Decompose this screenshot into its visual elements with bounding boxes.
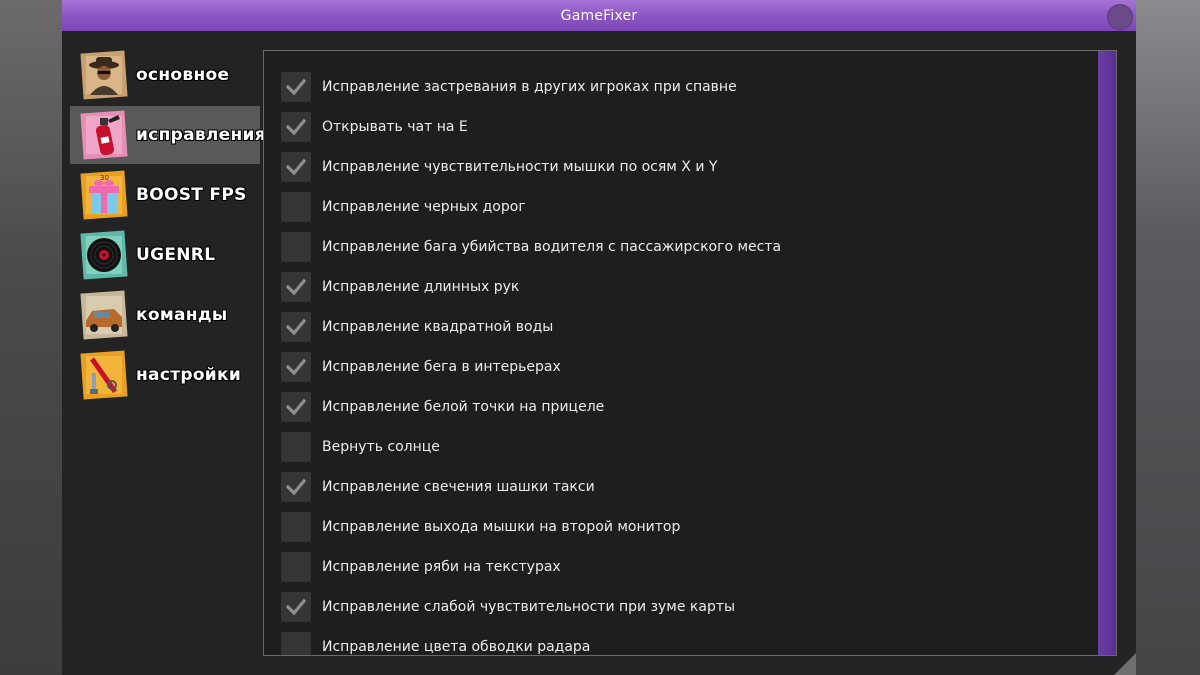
fix-option-row[interactable]: Исправление свечения шашки такси xyxy=(281,467,781,507)
fix-option-row[interactable]: Исправление бега в интерьерах xyxy=(281,347,781,387)
sidebar-item-main[interactable]: основное xyxy=(70,46,260,104)
sidebar-item-boost-fps[interactable]: 30 BOOST FPS xyxy=(70,166,260,224)
fix-option-label: Исправление ряби на текстурах xyxy=(322,559,561,575)
checkbox[interactable] xyxy=(281,632,311,655)
fix-option-row[interactable]: Исправление черных дорог xyxy=(281,187,781,227)
sidebar-item-fixes[interactable]: исправления xyxy=(70,106,266,164)
fix-option-row[interactable]: Исправление белой точки на прицеле xyxy=(281,387,781,427)
fix-option-label: Вернуть солнце xyxy=(322,439,440,455)
title-bar[interactable]: GameFixer xyxy=(62,0,1136,31)
fixes-list: Исправление застревания в других игроках… xyxy=(281,67,781,655)
checkbox[interactable] xyxy=(281,192,311,222)
fix-option-label: Исправление выхода мышки на второй монит… xyxy=(322,519,681,535)
checkbox[interactable] xyxy=(281,552,311,582)
fix-option-label: Исправление цвета обводки радара xyxy=(322,639,591,655)
fix-option-row[interactable]: Открывать чат на Е xyxy=(281,107,781,147)
fix-option-row[interactable]: Исправление чувствительности мышки по ос… xyxy=(281,147,781,187)
background-left xyxy=(0,0,62,675)
checkbox[interactable] xyxy=(281,432,311,462)
fix-option-label: Исправление чувствительности мышки по ос… xyxy=(322,159,718,175)
checkmark-icon xyxy=(286,78,306,96)
checkmark-icon xyxy=(286,398,306,416)
checkmark-icon xyxy=(286,598,306,616)
fix-option-label: Исправление квадратной воды xyxy=(322,319,554,335)
fix-option-row[interactable]: Исправление слабой чувствительности при … xyxy=(281,587,781,627)
close-button[interactable] xyxy=(1107,4,1133,30)
checkbox[interactable] xyxy=(281,272,311,302)
fire-extinguisher-icon xyxy=(78,109,130,161)
fix-option-label: Исправление бега в интерьерах xyxy=(322,359,561,375)
vinyl-record-icon xyxy=(78,229,130,281)
scrollbar[interactable] xyxy=(1098,51,1116,655)
fix-option-label: Исправление свечения шашки такси xyxy=(322,479,595,495)
sidebar-item-commands[interactable]: команды xyxy=(70,286,260,344)
checkbox[interactable] xyxy=(281,512,311,542)
fix-option-label: Открывать чат на Е xyxy=(322,119,468,135)
window-title: GameFixer xyxy=(560,8,638,24)
checkbox[interactable] xyxy=(281,592,311,622)
sidebar-item-label: настройки xyxy=(136,365,242,385)
sidebar-item-label: основное xyxy=(136,65,230,85)
checkmark-icon xyxy=(286,318,306,336)
fix-option-row[interactable]: Исправление цвета обводки радара xyxy=(281,627,781,655)
fixes-panel: Исправление застревания в других игроках… xyxy=(263,50,1117,656)
checkmark-icon xyxy=(286,358,306,376)
checkbox[interactable] xyxy=(281,392,311,422)
checkbox[interactable] xyxy=(281,472,311,502)
background-right xyxy=(1136,0,1200,675)
checkmark-icon xyxy=(286,118,306,136)
checkmark-icon xyxy=(286,158,306,176)
sidebar-item-label: исправления xyxy=(136,125,266,145)
tools-icon xyxy=(78,349,130,401)
fix-option-label: Исправление бага убийства водителя с пас… xyxy=(322,239,782,255)
sidebar-item-ugenrl[interactable]: UGENRL xyxy=(70,226,260,284)
svg-text:30: 30 xyxy=(100,174,109,182)
fix-option-row[interactable]: Исправление бага убийства водителя с пас… xyxy=(281,227,781,267)
fix-option-row[interactable]: Вернуть солнце xyxy=(281,427,781,467)
fix-option-row[interactable]: Исправление квадратной воды xyxy=(281,307,781,347)
sidebar-item-label: BOOST FPS xyxy=(136,185,247,205)
fix-option-label: Исправление слабой чувствительности при … xyxy=(322,599,736,615)
checkbox[interactable] xyxy=(281,232,311,262)
sidebar-item-settings[interactable]: настройки xyxy=(70,346,260,404)
checkmark-icon xyxy=(286,478,306,496)
sidebar: основное исправления 30 BOOST FPS UGENRL… xyxy=(70,46,266,406)
checkbox[interactable] xyxy=(281,312,311,342)
checkbox[interactable] xyxy=(281,112,311,142)
sidebar-item-label: UGENRL xyxy=(136,245,216,265)
checkbox[interactable] xyxy=(281,352,311,382)
fix-option-label: Исправление черных дорог xyxy=(322,199,526,215)
checkmark-icon xyxy=(286,278,306,296)
fix-option-row[interactable]: Исправление застревания в других игроках… xyxy=(281,67,781,107)
resize-grip[interactable] xyxy=(1114,653,1136,675)
car-icon xyxy=(78,289,130,341)
gift-box-icon: 30 xyxy=(78,169,130,221)
fix-option-label: Исправление длинных рук xyxy=(322,279,520,295)
fix-option-label: Исправление застревания в других игроках… xyxy=(322,79,737,95)
sidebar-item-label: команды xyxy=(136,305,228,325)
cowboy-icon xyxy=(78,49,130,101)
fix-option-row[interactable]: Исправление выхода мышки на второй монит… xyxy=(281,507,781,547)
fix-option-row[interactable]: Исправление длинных рук xyxy=(281,267,781,307)
gamefixer-window: GameFixer основное исправления 30 BOOST … xyxy=(62,0,1136,675)
fix-option-row[interactable]: Исправление ряби на текстурах xyxy=(281,547,781,587)
fix-option-label: Исправление белой точки на прицеле xyxy=(322,399,605,415)
checkbox[interactable] xyxy=(281,152,311,182)
checkbox[interactable] xyxy=(281,72,311,102)
